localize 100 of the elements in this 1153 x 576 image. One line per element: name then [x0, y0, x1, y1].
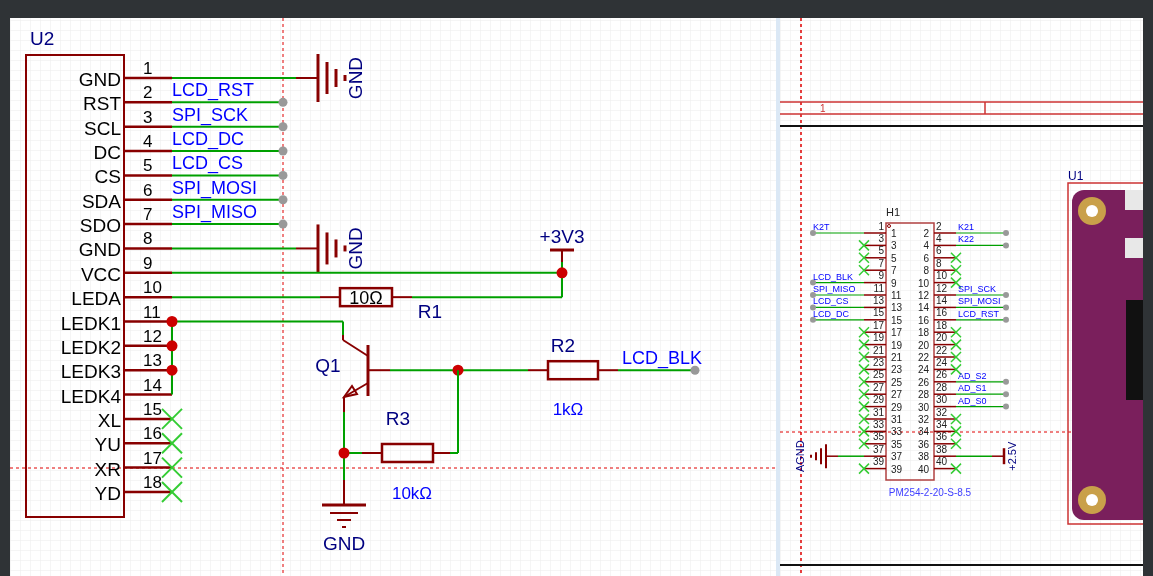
pin-line — [863, 455, 887, 457]
no-connect-mark — [858, 351, 870, 363]
pin-line — [933, 381, 957, 383]
port-dot — [278, 219, 288, 229]
pin-name: 3 — [891, 240, 897, 252]
pin-number: 13 — [143, 351, 162, 371]
pin-name: 38 — [917, 451, 929, 463]
junction-dot — [452, 364, 464, 376]
pin-name: 9 — [891, 277, 897, 289]
pin-name: 18 — [917, 327, 929, 339]
pin-number: 17 — [872, 319, 884, 331]
port-dot — [1003, 242, 1009, 249]
pin-line — [863, 244, 887, 247]
pin-number: 18 — [936, 319, 948, 331]
pin-name: 26 — [917, 376, 929, 388]
port-dot — [278, 170, 288, 180]
no-connect-mark — [858, 363, 870, 376]
pin-line — [933, 356, 957, 358]
pin-line — [124, 125, 172, 128]
net-label: LCD_RST — [172, 80, 255, 101]
pin-number: 27 — [872, 381, 884, 393]
pin-name: GND — [78, 239, 121, 261]
net-label: SPI_MISO — [813, 284, 856, 294]
pin-name: 21 — [891, 352, 903, 363]
no-connect-mark — [950, 264, 962, 276]
pin-line — [933, 467, 957, 470]
resistor-value: 10Ω — [349, 288, 383, 309]
pin-number: 33 — [872, 418, 884, 430]
pin-line — [933, 405, 957, 408]
pin-line — [863, 343, 887, 346]
component-designator: H1 — [886, 206, 901, 218]
pin-line — [863, 257, 887, 259]
pin-name: 22 — [917, 352, 929, 363]
no-connect-mark — [950, 413, 962, 425]
net-label: SPI_SCK — [172, 104, 249, 125]
pin-number: 6 — [143, 180, 153, 200]
pin-number: 10 — [936, 270, 948, 282]
pin-name: XR — [94, 458, 121, 480]
pin-number: 6 — [936, 245, 942, 257]
pin-line — [933, 244, 957, 247]
pin-number: 9 — [143, 253, 153, 273]
no-connect-mark — [950, 462, 962, 475]
pin-number: 5 — [143, 156, 153, 176]
pin-name: 34 — [917, 426, 929, 438]
pin-name: 17 — [891, 327, 903, 339]
pin-name: 24 — [917, 364, 929, 376]
title-block-text: 1 — [820, 103, 826, 114]
pin-line — [933, 331, 957, 333]
pin-number: 34 — [936, 418, 948, 430]
pin-number: 36 — [936, 431, 948, 443]
net-label: SPI_MISO — [172, 202, 258, 223]
pin-line — [124, 247, 172, 250]
component-designator: Q1 — [315, 355, 341, 376]
junction-dot — [556, 267, 568, 279]
pin-number: 38 — [936, 443, 948, 455]
net-label: SPI_MOSI — [172, 177, 258, 198]
pin-number: 12 — [143, 326, 162, 346]
pin-number: 15 — [143, 399, 162, 419]
pin-name: SDA — [81, 190, 121, 212]
pin-line — [933, 455, 957, 457]
pin-number: 39 — [872, 456, 884, 468]
pin-line — [933, 443, 957, 445]
ground-label: GND — [345, 227, 366, 270]
pin-number: 14 — [143, 375, 162, 395]
net-label: LCD_RST — [958, 308, 999, 319]
pin-name: VCC — [80, 263, 121, 285]
pin-number: 20 — [936, 332, 948, 344]
ground-symbol — [322, 479, 366, 528]
net-label: LCD_BLK — [813, 271, 854, 282]
pin-name: 30 — [917, 401, 929, 413]
pin-number: 32 — [936, 406, 948, 418]
no-connect-mark — [161, 480, 183, 503]
pin-number: 28 — [936, 381, 948, 393]
ground-label: GND — [322, 533, 366, 554]
pin-line — [933, 430, 957, 433]
pin-name: RST — [83, 93, 121, 115]
pin-number: 12 — [936, 282, 948, 294]
pin-one-marker — [887, 224, 891, 228]
resistor-value: 1kΩ — [552, 400, 584, 419]
pin-number: 8 — [936, 257, 942, 269]
ground-symbol — [810, 443, 827, 470]
pin-number: 16 — [936, 307, 948, 319]
port-dot — [810, 304, 816, 311]
pin-line — [933, 306, 957, 309]
pin-name: 7 — [891, 265, 897, 277]
pin-name: XL — [97, 409, 121, 431]
net-label: SPI_SCK — [958, 284, 997, 294]
pin-line — [124, 149, 172, 153]
component-designator: R3 — [385, 408, 411, 429]
pin-line — [124, 271, 172, 275]
no-connect-mark — [858, 400, 870, 413]
component-designator: R1 — [417, 301, 443, 322]
no-connect-mark — [950, 326, 962, 338]
pin-name: 1 — [891, 228, 897, 239]
no-connect-mark — [950, 351, 962, 363]
junction-dot — [166, 340, 178, 352]
pin-line — [933, 418, 957, 420]
port-dot — [1003, 316, 1009, 323]
pin-line — [933, 294, 957, 296]
junction-dot — [166, 364, 178, 376]
